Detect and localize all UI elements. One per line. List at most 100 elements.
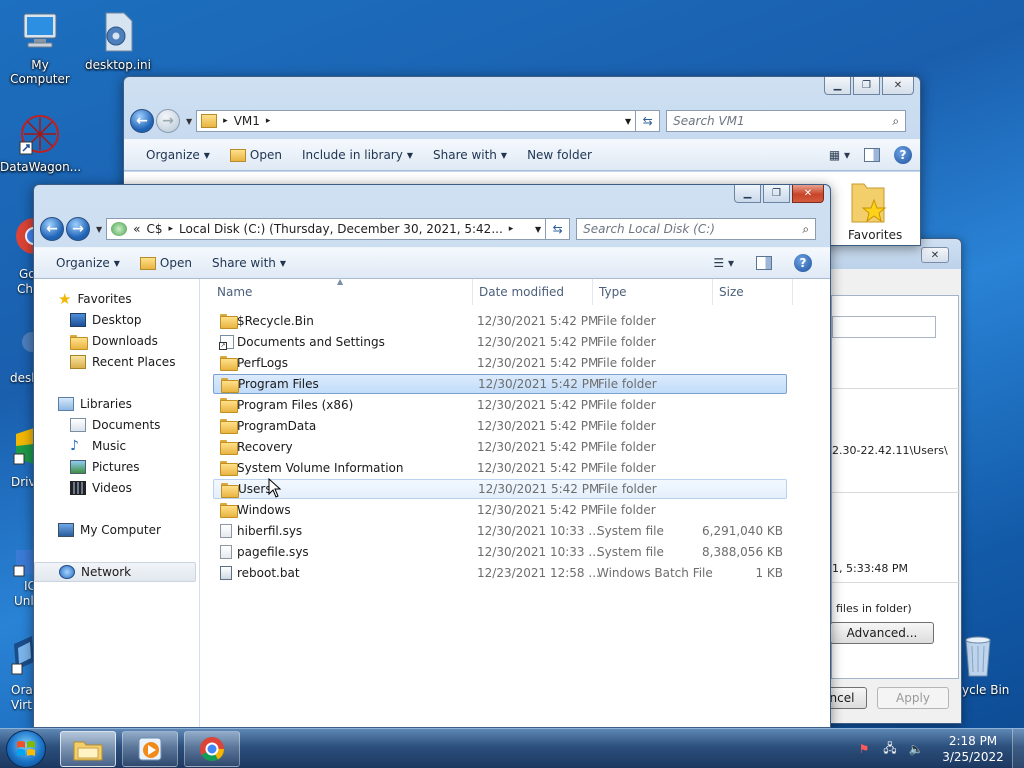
advanced-button[interactable]: Advanced... (830, 622, 934, 644)
preview-pane-icon[interactable] (864, 148, 880, 162)
include-in-library-button[interactable]: Include in library ▼ (292, 140, 423, 170)
dialog-created-text: 1, 5:33:48 PM (832, 562, 909, 575)
file-row[interactable]: reboot.bat 12/23/2021 12:58 ... Windows B… (213, 563, 787, 583)
apply-button[interactable]: Apply (877, 687, 949, 709)
file-row[interactable]: $Recycle.Bin 12/30/2021 5:42 PM File fold… (213, 311, 787, 331)
dialog-name-field[interactable] (832, 316, 936, 338)
system-tray: ⚑ 🖧 🔈 2:18 PM 3/25/2022 (856, 729, 1024, 768)
action-center-icon[interactable]: ⚑ (856, 741, 872, 757)
nav-recent-places[interactable]: Recent Places (34, 352, 196, 372)
change-view-icon[interactable]: ▦ ▾ (829, 148, 850, 162)
refresh-button[interactable]: ⇆ (546, 218, 571, 240)
network-status-icon[interactable]: 🖧 (882, 741, 898, 757)
desktop-icon-label-recycle-bin[interactable]: ycle Bin (962, 683, 1009, 697)
close-button[interactable]: ✕ (792, 185, 824, 203)
start-button[interactable] (6, 730, 46, 768)
share-with-button[interactable]: Share with ▼ (423, 140, 517, 170)
nav-downloads[interactable]: Downloads (34, 331, 196, 351)
recent-pages-icon[interactable]: ▼ (186, 117, 192, 126)
clock[interactable]: 2:18 PM 3/25/2022 (934, 733, 1012, 765)
search-input[interactable]: Search VM1 ⌕ (666, 110, 907, 132)
organize-button[interactable]: Organize ▼ (46, 248, 130, 278)
back-button[interactable]: ← (40, 217, 64, 241)
nav-pictures[interactable]: Pictures (34, 457, 196, 477)
folder-icon (220, 398, 238, 413)
taskbar: ⚑ 🖧 🔈 2:18 PM 3/25/2022 (0, 728, 1024, 768)
nav-network[interactable]: Network (34, 562, 196, 582)
open-button[interactable]: Open (130, 248, 202, 278)
file-row[interactable]: ↗ Documents and Settings 12/30/2021 5:42 … (213, 332, 787, 352)
folder-icon (220, 503, 238, 518)
breadcrumb-vm1[interactable]: VM1 (234, 114, 260, 128)
column-header-size[interactable]: Size (713, 279, 793, 305)
back-button[interactable]: ← (130, 109, 154, 133)
nav-libraries[interactable]: Libraries (34, 394, 196, 414)
search-placeholder: Search VM1 (673, 114, 745, 128)
refresh-icon: ⇆ (642, 114, 653, 128)
file-row[interactable]: Windows 12/30/2021 5:42 PM File folder (213, 500, 787, 520)
search-input[interactable]: Search Local Disk (C:) ⌕ (576, 218, 817, 240)
file-row[interactable]: System Volume Information 12/30/2021 5:42… (213, 458, 787, 478)
organize-button[interactable]: Organize ▼ (136, 140, 220, 170)
file-row[interactable]: hiberfil.sys 12/30/2021 10:33 ... System … (213, 521, 787, 541)
open-button[interactable]: Open (220, 140, 292, 170)
forward-button[interactable]: → (66, 217, 90, 241)
forward-arrow-icon: → (162, 113, 174, 129)
help-icon[interactable]: ? (894, 146, 912, 164)
change-view-icon[interactable]: ☰ ▾ (713, 256, 734, 270)
favorites-folder-icon[interactable] (848, 178, 888, 226)
breadcrumb-local-disk[interactable]: Local Disk (C:) (Thursday, December 30, … (179, 222, 503, 236)
file-row[interactable]: pagefile.sys 12/30/2021 10:33 ... System … (213, 542, 787, 562)
preview-pane-icon[interactable] (756, 256, 772, 270)
maximize-button[interactable]: ❐ (853, 77, 880, 95)
help-icon[interactable]: ? (794, 254, 812, 272)
column-header-name[interactable]: Name (201, 279, 473, 305)
nav-desktop[interactable]: Desktop (34, 310, 196, 330)
close-button[interactable]: ✕ (882, 77, 914, 95)
explorer-window-c-drive: ▁ ❐ ✕ ← → ▼ « C$ ▸ Local Disk (C:) (Thur… (33, 184, 831, 728)
file-row-hovered[interactable]: Users 12/30/2021 5:42 PM File folder (213, 479, 787, 499)
volume-icon[interactable]: 🔈 (908, 741, 924, 757)
refresh-button[interactable]: ⇆ (636, 110, 661, 132)
column-header-type[interactable]: Type (593, 279, 713, 305)
recent-pages-icon[interactable]: ▼ (96, 225, 102, 234)
maximize-button[interactable]: ❐ (763, 185, 790, 203)
nav-videos[interactable]: Videos (34, 478, 196, 498)
forward-button[interactable]: → (156, 109, 180, 133)
file-row[interactable]: Program Files (x86) 12/30/2021 5:42 PM Fi… (213, 395, 787, 415)
address-bar[interactable]: « C$ ▸ Local Disk (C:) (Thursday, Decemb… (106, 218, 547, 240)
nav-documents[interactable]: Documents (34, 415, 196, 435)
new-folder-button[interactable]: New folder (517, 140, 602, 170)
view-controls: ▦ ▾ ? (829, 140, 912, 170)
desktop-icon-desktop-ini[interactable]: desktop.ini (78, 10, 158, 72)
taskbar-chrome-button[interactable] (184, 731, 240, 767)
breadcrumb-c-share[interactable]: C$ (147, 222, 163, 236)
nav-favorites[interactable]: ★ Favorites (34, 289, 196, 309)
column-header-date[interactable]: Date modified (473, 279, 593, 305)
minimize-button[interactable]: ▁ (824, 77, 851, 95)
taskbar-media-player-button[interactable] (122, 731, 178, 767)
desktop-icon (70, 313, 86, 327)
address-dropdown-icon[interactable]: ▼ (625, 117, 631, 126)
breadcrumb-overflow-icon[interactable]: « (133, 222, 140, 236)
nav-music[interactable]: ♪ Music (34, 436, 196, 456)
dialog-close-button[interactable]: ✕ (921, 247, 949, 263)
file-row[interactable]: PerfLogs 12/30/2021 5:42 PM File folder (213, 353, 787, 373)
file-row[interactable]: Recovery 12/30/2021 5:42 PM File folder (213, 437, 787, 457)
address-bar[interactable]: ▸ VM1 ▸ ▼ (196, 110, 637, 132)
show-desktop-button[interactable] (1012, 729, 1024, 768)
address-dropdown-icon[interactable]: ▼ (535, 225, 541, 234)
share-with-button[interactable]: Share with ▼ (202, 248, 296, 278)
file-row-selected[interactable]: Program Files 12/30/2021 5:42 PM File fol… (213, 374, 787, 394)
videos-icon (70, 481, 86, 495)
desktop-icon-datawagon[interactable]: DataWagon... (0, 112, 81, 174)
nav-my-computer[interactable]: My Computer (34, 520, 196, 540)
taskbar-explorer-button[interactable] (60, 731, 116, 767)
forward-arrow-icon: → (72, 221, 84, 237)
pictures-icon (70, 460, 86, 474)
file-row[interactable]: ProgramData 12/30/2021 5:42 PM File folde… (213, 416, 787, 436)
file-list: ▲ Name Date modified Type Size $Recycle.… (201, 277, 830, 727)
desktop-icon-my-computer[interactable]: My Computer (0, 10, 80, 86)
open-folder-icon (229, 148, 246, 162)
minimize-button[interactable]: ▁ (734, 185, 761, 203)
